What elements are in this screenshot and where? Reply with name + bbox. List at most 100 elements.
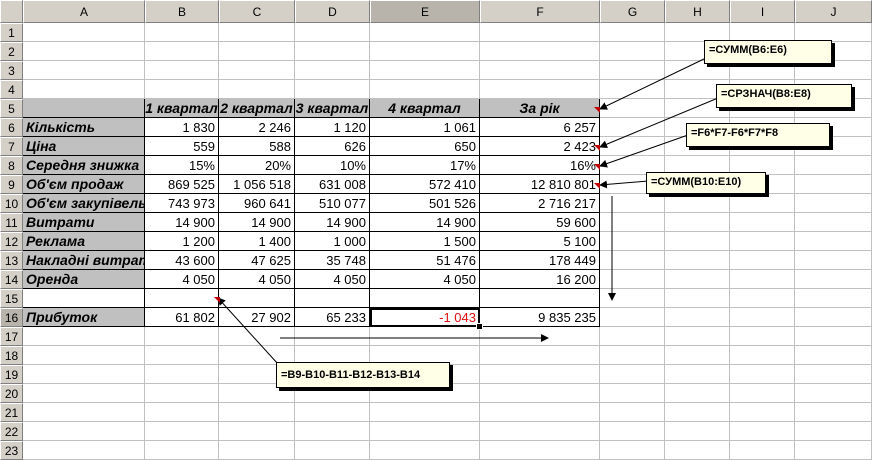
grid-cell[interactable] — [665, 365, 730, 384]
row-header-5[interactable]: 5 — [0, 99, 23, 118]
value-cell[interactable]: 1 000 — [295, 232, 370, 251]
grid-cell[interactable] — [665, 346, 730, 365]
row-header-3[interactable]: 3 — [0, 61, 23, 80]
value-cell[interactable]: 12 810 801 — [480, 175, 600, 194]
blank-value-cell[interactable] — [219, 289, 295, 308]
row-label-cell[interactable]: Витрати — [23, 213, 145, 232]
grid-cell[interactable] — [665, 232, 730, 251]
column-header-b[interactable]: B — [145, 0, 219, 23]
grid-cell[interactable] — [730, 194, 795, 213]
column-header-f[interactable]: F — [480, 0, 600, 23]
grid-cell[interactable] — [795, 213, 872, 232]
row-label-cell[interactable]: Реклама — [23, 232, 145, 251]
grid-cell[interactable] — [730, 346, 795, 365]
grid-cell[interactable] — [665, 289, 730, 308]
value-cell[interactable]: 35 748 — [295, 251, 370, 270]
grid-cell[interactable] — [600, 194, 665, 213]
grid-cell[interactable] — [295, 403, 370, 422]
value-cell[interactable]: 743 973 — [145, 194, 219, 213]
blank-value-cell[interactable] — [370, 289, 480, 308]
row-header-10[interactable]: 10 — [0, 194, 23, 213]
grid-cell[interactable] — [23, 327, 145, 346]
grid-cell[interactable] — [23, 42, 145, 61]
grid-cell[interactable] — [795, 194, 872, 213]
row-header-9[interactable]: 9 — [0, 175, 23, 194]
value-cell[interactable]: 43 600 — [145, 251, 219, 270]
grid-cell[interactable] — [600, 441, 665, 460]
grid-cell[interactable] — [480, 422, 600, 441]
grid-cell[interactable] — [295, 23, 370, 42]
grid-cell[interactable] — [219, 42, 295, 61]
grid-cell[interactable] — [600, 289, 665, 308]
grid-cell[interactable] — [730, 422, 795, 441]
value-cell[interactable]: 51 476 — [370, 251, 480, 270]
grid-cell[interactable] — [795, 175, 872, 194]
grid-cell[interactable] — [795, 251, 872, 270]
value-cell[interactable]: 16 200 — [480, 270, 600, 289]
grid-cell[interactable] — [23, 346, 145, 365]
grid-cell[interactable] — [370, 327, 480, 346]
column-title-cell[interactable]: 2 квартал — [219, 99, 295, 118]
grid-cell[interactable] — [600, 23, 665, 42]
row-label-cell[interactable]: Кількість — [23, 118, 145, 137]
value-cell[interactable]: 4 050 — [295, 270, 370, 289]
column-header-a[interactable]: A — [23, 0, 145, 23]
grid-cell[interactable] — [145, 403, 219, 422]
grid-cell[interactable] — [480, 61, 600, 80]
row-header-2[interactable]: 2 — [0, 42, 23, 61]
column-header-c[interactable]: C — [219, 0, 295, 23]
grid-cell[interactable] — [730, 232, 795, 251]
grid-cell[interactable] — [665, 384, 730, 403]
row-header-1[interactable]: 1 — [0, 23, 23, 42]
grid-cell[interactable] — [600, 384, 665, 403]
row-header-7[interactable]: 7 — [0, 137, 23, 156]
grid-cell[interactable] — [600, 137, 665, 156]
grid-cell[interactable] — [795, 403, 872, 422]
grid-cell[interactable] — [730, 251, 795, 270]
grid-cell[interactable] — [295, 61, 370, 80]
grid-cell[interactable] — [665, 327, 730, 346]
row-header-21[interactable]: 21 — [0, 403, 23, 422]
grid-cell[interactable] — [219, 327, 295, 346]
row-header-11[interactable]: 11 — [0, 213, 23, 232]
value-cell[interactable]: 14 900 — [370, 213, 480, 232]
grid-cell[interactable] — [295, 80, 370, 99]
grid-cell[interactable] — [600, 308, 665, 327]
grid-cell[interactable] — [480, 42, 600, 61]
grid-cell[interactable] — [600, 213, 665, 232]
value-cell[interactable]: 510 077 — [295, 194, 370, 213]
grid-cell[interactable] — [795, 156, 872, 175]
grid-cell[interactable] — [730, 308, 795, 327]
grid-cell[interactable] — [600, 42, 665, 61]
table-corner-cell[interactable] — [23, 99, 145, 118]
value-cell[interactable]: 650 — [370, 137, 480, 156]
value-cell[interactable]: 15% — [145, 156, 219, 175]
row-label-cell[interactable]: Об'єм продаж — [23, 175, 145, 194]
grid-cell[interactable] — [600, 61, 665, 80]
grid-cell[interactable] — [145, 365, 219, 384]
blank-value-cell[interactable] — [480, 289, 600, 308]
value-cell[interactable]: 5 100 — [480, 232, 600, 251]
column-title-cell[interactable]: 3 квартал — [295, 99, 370, 118]
fill-handle[interactable] — [476, 323, 483, 330]
grid-cell[interactable] — [600, 118, 665, 137]
grid-cell[interactable] — [600, 99, 665, 118]
grid-cell[interactable] — [600, 403, 665, 422]
value-cell[interactable]: 14 900 — [145, 213, 219, 232]
grid-cell[interactable] — [665, 194, 730, 213]
value-cell[interactable]: 47 625 — [219, 251, 295, 270]
row-label-cell[interactable]: Середня знижка — [23, 156, 145, 175]
grid-cell[interactable] — [370, 42, 480, 61]
column-title-cell[interactable]: 1 квартал — [145, 99, 219, 118]
row-header-12[interactable]: 12 — [0, 232, 23, 251]
grid-cell[interactable] — [145, 441, 219, 460]
grid-cell[interactable] — [295, 42, 370, 61]
grid-cell[interactable] — [480, 23, 600, 42]
grid-cell[interactable] — [665, 213, 730, 232]
column-header-e[interactable]: E — [370, 0, 480, 23]
grid-cell[interactable] — [730, 289, 795, 308]
row-header-16[interactable]: 16 — [0, 308, 23, 327]
grid-cell[interactable] — [730, 403, 795, 422]
grid-cell[interactable] — [665, 270, 730, 289]
row-label-cell[interactable]: Об'єм закупівель — [23, 194, 145, 213]
